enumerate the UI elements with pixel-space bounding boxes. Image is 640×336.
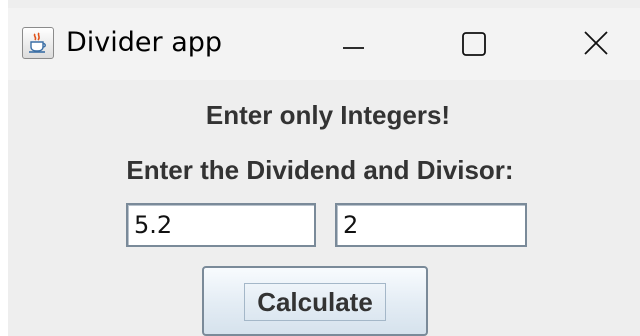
dividend-divisor-prompt: Enter the Dividend and Divisor:	[126, 155, 514, 185]
close-button[interactable]	[562, 22, 632, 66]
calculate-button-label: Calculate	[244, 283, 386, 321]
app-window: Divider app Enter only Integers! Enter t…	[8, 0, 640, 336]
dividend-input[interactable]	[126, 203, 316, 247]
minimize-icon	[343, 47, 364, 49]
form-panel: Enter only Integers! Enter the Dividend …	[8, 80, 640, 336]
java-cup-icon	[22, 27, 54, 59]
divisor-input[interactable]	[335, 203, 527, 247]
maximize-button[interactable]	[439, 22, 509, 66]
calculate-button[interactable]: Calculate	[202, 266, 428, 336]
maximize-icon	[462, 32, 486, 56]
title-bar[interactable]: Divider app	[8, 8, 640, 80]
minimize-button[interactable]	[319, 22, 389, 66]
window-title: Divider app	[66, 27, 223, 58]
integers-only-heading: Enter only Integers!	[205, 100, 451, 130]
close-icon	[584, 31, 608, 55]
